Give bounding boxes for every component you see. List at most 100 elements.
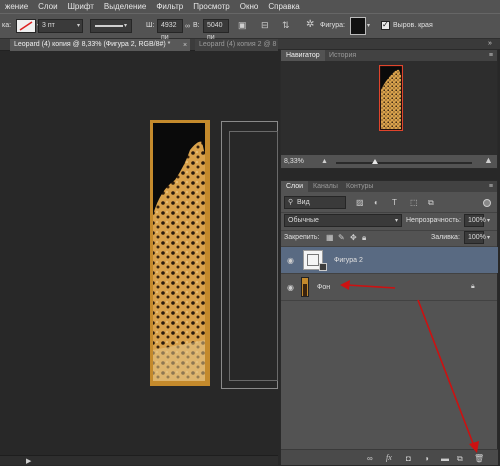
path-operations-icon[interactable]: ▣	[238, 21, 247, 30]
link-dimensions-icon[interactable]: ∞	[185, 22, 190, 31]
tab-document-active[interactable]: Leopard (4) копия @ 8,33% (Фигура 2, RGB…	[10, 39, 190, 51]
zoom-slider[interactable]	[336, 159, 472, 164]
align-edges-checkbox[interactable]: ✓	[381, 20, 390, 30]
navigator-thumbnail	[379, 65, 403, 131]
height-field[interactable]: 5040 пи	[203, 19, 229, 41]
eye-icon[interactable]: ◉	[287, 256, 294, 265]
lock-label: Закрепить:	[284, 234, 320, 241]
close-icon[interactable]: ×	[183, 41, 187, 50]
path-arrangement-icon[interactable]: ⇅	[282, 21, 290, 30]
menu-item-help[interactable]: Справка	[263, 2, 304, 11]
artwork-image	[150, 120, 210, 386]
gear-icon[interactable]: ✲	[306, 20, 314, 30]
layer-row-background[interactable]: ◉ Фон 🔒︎	[281, 274, 498, 300]
zoom-slider-handle[interactable]	[372, 159, 378, 164]
zoom-in-icon[interactable]: ▲	[484, 156, 493, 165]
vector-mask-badge	[319, 263, 327, 271]
layer-thumbnail	[301, 277, 309, 297]
collapse-icon[interactable]: »	[488, 39, 492, 48]
lock-all-icon[interactable]: 🔒︎	[362, 233, 366, 242]
tab-navigator[interactable]: Навигатор	[281, 50, 325, 61]
stroke-type-dropdown[interactable]: ▾	[90, 19, 132, 33]
document-tab-bar: Leopard (4) копия @ 8,33% (Фигура 2, RGB…	[0, 39, 278, 51]
check-icon: ✓	[382, 20, 389, 29]
filter-type-icon[interactable]: T	[392, 198, 397, 207]
layer-row-shape[interactable]: ◉ Фигура 2	[281, 247, 498, 273]
fill-label: Заливка:	[431, 234, 460, 241]
navigator-preview[interactable]	[281, 61, 497, 155]
no-color-icon	[19, 21, 33, 31]
shape-picker[interactable]	[350, 17, 366, 35]
filter-shape-icon[interactable]: ⬚	[410, 198, 418, 207]
eye-icon[interactable]: ◉	[287, 283, 294, 292]
layers-tabs: Слои Каналы Контуры ≡	[281, 181, 497, 192]
tab-document-second[interactable]: Leopard (4) копия 2 @ 8	[195, 39, 278, 51]
lock-transparency-icon[interactable]: ▦	[326, 233, 334, 242]
menu-item-type[interactable]: Шрифт	[63, 2, 99, 11]
chevron-down-icon: ▾	[394, 218, 398, 224]
filter-adjustment-icon[interactable]: ◐	[374, 198, 379, 207]
menu-item-edit[interactable]: жение	[0, 2, 33, 11]
shape-thumbnail-outline	[307, 254, 319, 266]
tab-history[interactable]: История	[324, 50, 361, 61]
tab-paths[interactable]: Контуры	[341, 181, 378, 192]
filter-smart-object-icon[interactable]: ⧉	[428, 198, 434, 207]
lock-icon: 🔒︎	[471, 283, 475, 290]
adjustment-icon[interactable]: ◑	[424, 454, 429, 463]
filter-pixel-icon[interactable]: ▨	[356, 198, 364, 207]
folder-icon[interactable]: ▬	[441, 454, 449, 463]
chevron-down-icon[interactable]: ▾	[487, 234, 490, 243]
menu-item-view[interactable]: Просмотр	[188, 2, 235, 11]
chevron-down-icon: ▾	[124, 23, 128, 29]
shape-label: Фигура:	[320, 22, 345, 29]
chevron-down-icon[interactable]: ▾	[367, 22, 370, 31]
tab-channels[interactable]: Каналы	[308, 181, 343, 192]
tab-layers[interactable]: Слои	[281, 181, 309, 192]
filter-toggle[interactable]	[483, 199, 491, 207]
align-edges-label: Выров. края	[393, 22, 433, 29]
chevron-down-icon[interactable]: ▾	[77, 22, 80, 31]
zoom-out-icon[interactable]: ▲	[321, 157, 328, 166]
menu-item-filter[interactable]: Фильтр	[151, 2, 188, 11]
layer-name[interactable]: Фигура 2	[334, 257, 363, 264]
navigator-tabs: Навигатор История ≡	[281, 50, 497, 61]
trash-icon[interactable]: 🗑︎	[474, 454, 484, 463]
thumbnail-detail	[303, 284, 307, 296]
lock-position-icon[interactable]: ✥	[350, 233, 357, 242]
lock-pixels-icon[interactable]: ✎	[338, 233, 345, 242]
path-alignment-icon[interactable]: ⊟	[261, 21, 269, 30]
options-bar: ка: ▾ 3 пт ▾ ▾ Ш: 4932 пи ∞ В: 5040 пи ▣…	[0, 13, 500, 41]
stroke-line-preview	[95, 25, 123, 27]
blend-mode-value: Обычные	[288, 217, 319, 224]
layer-name[interactable]: Фон	[317, 284, 330, 291]
menu-item-select[interactable]: Выделение	[99, 2, 151, 11]
panel-dock-strip: »	[278, 39, 500, 49]
mask-icon[interactable]: ◘	[406, 454, 411, 463]
tab-label: Leopard (4) копия @ 8,33% (Фигура 2, RGB…	[14, 41, 171, 48]
stroke-color-swatch[interactable]	[16, 19, 36, 33]
opacity-field[interactable]: 100%	[464, 214, 486, 227]
menu-item-window[interactable]: Окно	[235, 2, 264, 11]
stroke-label: ка:	[2, 22, 12, 29]
panel-menu-icon[interactable]: ≡	[489, 51, 493, 60]
layer-filter-dropdown[interactable]: ⚲ Вид	[284, 196, 346, 209]
menu-item-layers[interactable]: Слои	[33, 2, 62, 11]
divider	[281, 300, 497, 301]
blend-mode-dropdown[interactable]: Обычные ▾	[284, 214, 402, 227]
chevron-down-icon[interactable]: ▾	[487, 217, 490, 226]
panel-menu-icon[interactable]: ≡	[489, 182, 493, 191]
menu-bar: жение Слои Шрифт Выделение Фильтр Просмо…	[0, 0, 500, 13]
zoom-value[interactable]: 8,33%	[284, 158, 304, 165]
width-field[interactable]: 4932 пи	[157, 19, 183, 41]
shape-outline-inner[interactable]	[229, 131, 278, 381]
opacity-label: Непрозрачность:	[406, 217, 461, 224]
fx-icon[interactable]: fx	[386, 453, 392, 462]
link-icon[interactable]: ∞	[367, 454, 373, 463]
navigator-panel: Навигатор История ≡ 8,33% ▲ ▲	[280, 49, 498, 169]
new-layer-icon[interactable]: ⧉	[457, 454, 463, 463]
status-bar: ▶	[0, 455, 278, 465]
layer-filter-label: Вид	[297, 199, 310, 206]
canvas-area[interactable]	[0, 51, 278, 455]
tab-label: Leopard (4) копия 2 @ 8	[199, 41, 277, 48]
fill-field[interactable]: 100%	[464, 231, 486, 244]
